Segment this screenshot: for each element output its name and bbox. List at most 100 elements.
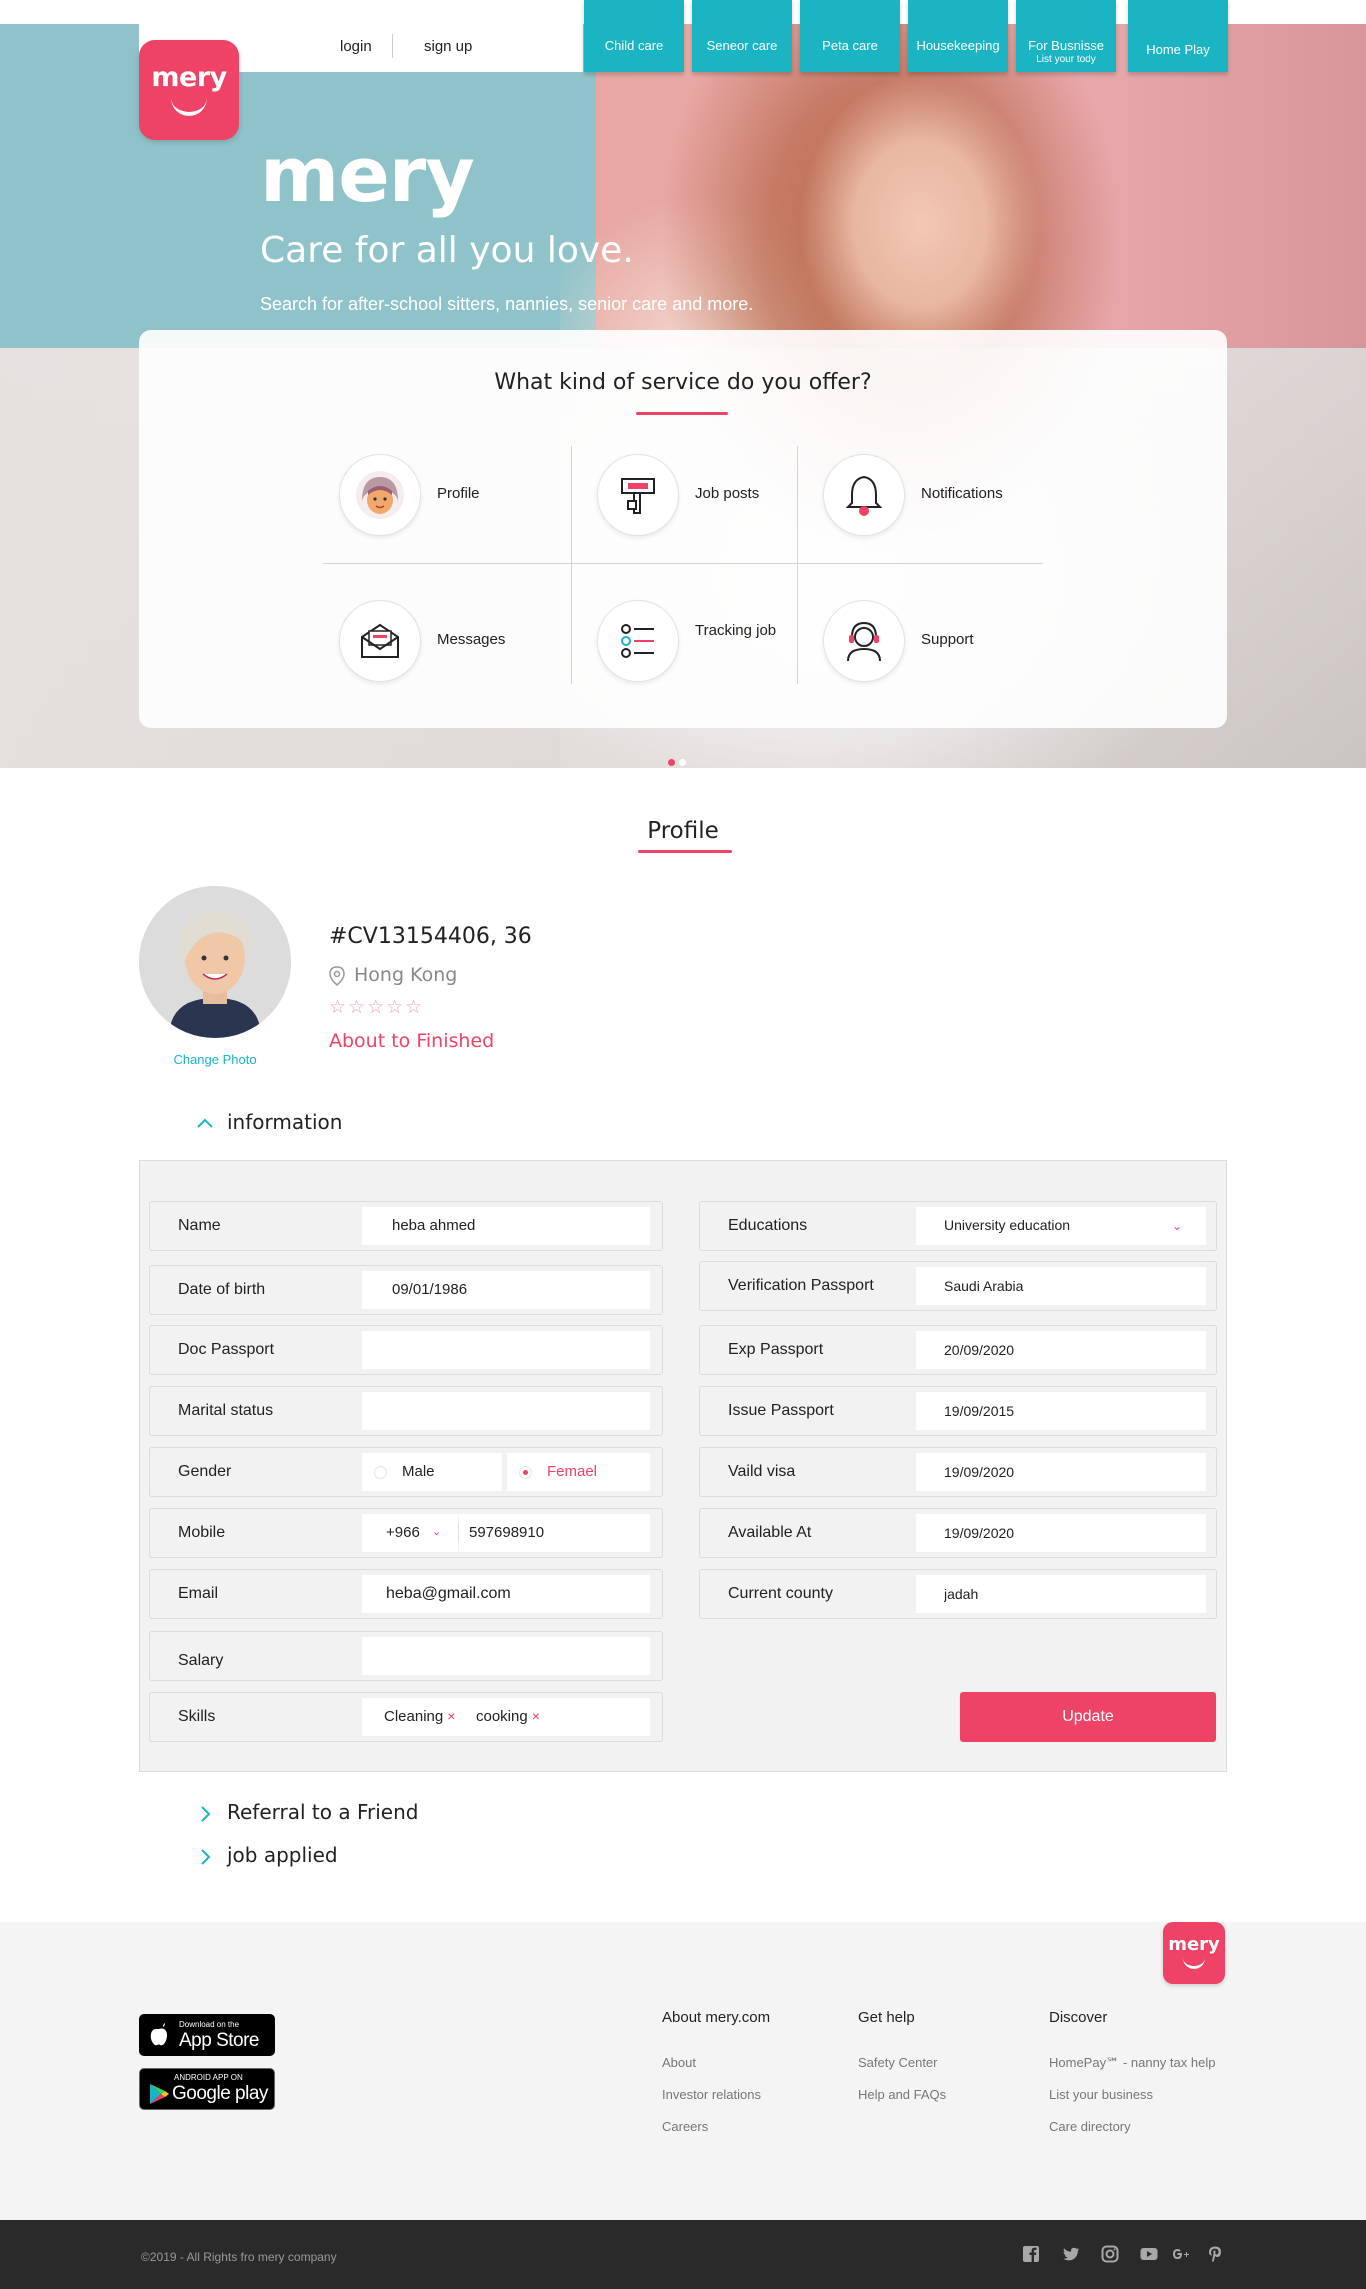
change-photo-link[interactable]: Change Photo [139, 1052, 291, 1067]
star-rating[interactable]: ☆☆☆☆☆ [329, 996, 424, 1018]
carousel-dot-active[interactable] [668, 759, 675, 766]
accordion-job-applied[interactable]: job applied [195, 1843, 495, 1873]
footer-link-list-business[interactable]: List your business [1049, 2087, 1153, 2102]
radio-label: Femael [547, 1463, 598, 1480]
verification-passport-input[interactable] [916, 1267, 1206, 1305]
row-gender: Gender Male Femael [149, 1447, 663, 1497]
dob-input[interactable] [362, 1271, 650, 1309]
footer-logo[interactable]: mery [1163, 1922, 1225, 1984]
footer-link-careers[interactable]: Careers [662, 2119, 708, 2134]
radio-dot-selected [519, 1466, 532, 1479]
field-label: Date of birth [178, 1281, 266, 1298]
chevron-right-icon [201, 1806, 211, 1822]
field-label: Current county [728, 1585, 833, 1602]
hero-tagline: Care for all you love. [260, 230, 634, 271]
tab-label: Home Play [1146, 42, 1210, 57]
instagram-icon[interactable] [1100, 2244, 1120, 2264]
service-job-posts[interactable]: Job posts [597, 454, 797, 538]
google-plus-icon[interactable] [1171, 2244, 1191, 2264]
issue-passport-input[interactable] [916, 1392, 1206, 1430]
footer-link-homepay[interactable]: HomePay℠ - nanny tax help [1049, 2055, 1215, 2071]
row-valid-visa: Vaild visa [699, 1447, 1217, 1497]
country-code: +966 [386, 1524, 420, 1541]
doc-passport-input[interactable] [362, 1331, 650, 1369]
service-label: Tracking job [695, 622, 777, 639]
gender-male-radio[interactable]: Male [362, 1453, 502, 1491]
information-form: Name Date of birth Doc Passport Marital … [139, 1160, 1227, 1772]
accordion-information[interactable]: information [195, 1110, 455, 1140]
skill-tag-label: cooking [476, 1708, 528, 1725]
available-at-input[interactable] [916, 1514, 1206, 1552]
store-big-text: Google play [172, 2083, 268, 2104]
country-code-select[interactable]: +966 ⌄ [362, 1514, 458, 1552]
service-notifications[interactable]: Notifications [823, 454, 1043, 538]
tab-label: Child care [604, 38, 664, 53]
section-underline [638, 850, 732, 853]
name-input[interactable] [362, 1207, 650, 1245]
service-support[interactable]: Support [823, 600, 1043, 684]
signup-link[interactable]: sign up [424, 38, 472, 55]
row-dob: Date of birth [149, 1265, 663, 1315]
facebook-icon[interactable] [1021, 2244, 1041, 2264]
exp-passport-input[interactable] [916, 1331, 1206, 1369]
row-current-county: Current county [699, 1569, 1217, 1619]
hero-subtitle: Search for after-school sitters, nannies… [260, 294, 754, 314]
email-input[interactable] [362, 1575, 650, 1613]
google-play-button[interactable]: ANDROID APP ON Google play [139, 2068, 275, 2110]
login-link[interactable]: login [340, 38, 372, 55]
tab-home-play[interactable]: Home Play [1128, 0, 1228, 72]
accordion-label: information [227, 1110, 343, 1134]
service-profile[interactable]: Profile [339, 454, 539, 538]
service-messages[interactable]: Messages [339, 600, 539, 684]
avatar[interactable] [139, 886, 291, 1038]
store-small-text: ANDROID APP ON [174, 2073, 243, 2082]
tab-for-business[interactable]: For Busnisse List your tody [1016, 0, 1116, 72]
row-mobile: Mobile +966 ⌄ [149, 1508, 663, 1558]
accordion-referral[interactable]: Referral to a Friend [195, 1800, 495, 1830]
footer-link-about[interactable]: About [662, 2055, 696, 2070]
mery-logo[interactable]: mery [139, 40, 239, 140]
marital-status-input[interactable] [362, 1392, 650, 1430]
twitter-icon[interactable] [1061, 2244, 1081, 2264]
app-store-button[interactable]: Download on the App Store [139, 2014, 275, 2056]
grid-divider [323, 563, 1043, 564]
tab-pet-care[interactable]: Peta care [800, 0, 900, 72]
field-label: Educations [728, 1217, 808, 1234]
footer-link-investor-relations[interactable]: Investor relations [662, 2087, 761, 2102]
gender-female-radio[interactable]: Femael [507, 1453, 650, 1491]
current-county-input[interactable] [916, 1575, 1206, 1613]
footer-link-safety-center[interactable]: Safety Center [858, 2055, 938, 2070]
field-label: Skills [178, 1708, 216, 1725]
remove-tag-icon[interactable]: × [532, 1708, 540, 1724]
row-salary: Salary [149, 1631, 663, 1681]
pinterest-icon[interactable] [1205, 2244, 1225, 2264]
valid-visa-input[interactable] [916, 1453, 1206, 1491]
tab-housekeeping[interactable]: Housekeeping [908, 0, 1008, 72]
footer-link-care-directory[interactable]: Care directory [1049, 2119, 1131, 2134]
field-label: Marital status [178, 1402, 274, 1419]
update-button[interactable]: Update [960, 1692, 1216, 1742]
educations-select[interactable]: University education ⌄ [916, 1207, 1206, 1245]
tab-child-care[interactable]: Child care [584, 0, 684, 72]
skills-input[interactable]: Cleaning × cooking × [362, 1698, 650, 1736]
youtube-icon[interactable] [1139, 2244, 1159, 2264]
chevron-right-icon [201, 1849, 211, 1865]
row-available-at: Available At [699, 1508, 1217, 1558]
carousel-dots [668, 751, 690, 770]
service-tracking-job[interactable]: Tracking job [597, 600, 797, 684]
tab-senior-care[interactable]: Seneor care [692, 0, 792, 72]
field-label: Name [178, 1217, 221, 1234]
logo-text: mery [151, 62, 227, 93]
tab-sublabel: List your tody [1036, 54, 1096, 65]
salary-input[interactable] [362, 1637, 650, 1675]
accordion-label: job applied [227, 1843, 338, 1867]
row-email: Email [149, 1569, 663, 1619]
footer-link-help-faqs[interactable]: Help and FAQs [858, 2087, 946, 2102]
apple-icon [150, 2023, 167, 2046]
remove-tag-icon[interactable]: × [447, 1708, 455, 1724]
row-marital-status: Marital status [149, 1386, 663, 1436]
service-label: Support [921, 631, 974, 648]
carousel-dot[interactable] [679, 759, 686, 766]
mobile-input[interactable] [459, 1514, 650, 1552]
row-name: Name [149, 1201, 663, 1251]
